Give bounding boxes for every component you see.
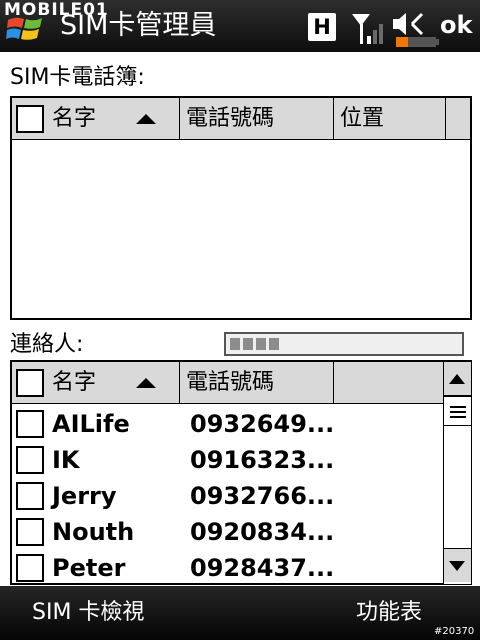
contact-row[interactable]: AILife 0932649... [12,406,442,442]
sort-ascending-icon [136,114,156,124]
column-header-phone-label: 電話號碼 [186,106,275,131]
contact-name: IK [52,446,80,474]
contact-phone: 0916323... [190,446,335,474]
thumb-grip [450,416,466,418]
column-header-name[interactable]: 名字 [12,362,180,404]
contact-checkbox[interactable] [16,482,44,510]
contact-row[interactable]: Peter 0928437... [12,550,442,583]
progress-segment [269,338,279,350]
ok-button[interactable]: ok [440,10,472,40]
softkey-menu[interactable]: 功能表 [356,598,422,628]
scroll-up-arrow-icon [449,374,465,384]
contact-checkbox[interactable] [16,446,44,474]
column-header-filler [446,98,470,140]
scroll-down-button[interactable] [444,548,471,582]
scroll-down-arrow-icon [449,561,465,571]
signal-strength-icon[interactable] [352,12,386,46]
column-header-location[interactable]: 位置 [334,98,446,140]
progress-segment [230,338,240,350]
contact-checkbox[interactable] [16,518,44,546]
photo-id-text: #20370 [434,626,475,637]
contact-checkbox[interactable] [16,554,44,582]
scroll-thumb[interactable] [444,396,471,426]
contacts-label: 連絡人: [10,332,84,357]
contacts-scrollbar[interactable] [443,362,471,584]
windows-start-icon[interactable] [6,14,46,44]
status-bar: MOBILE01 SIM卡管理員 H ok [0,0,480,52]
column-header-name-label: 名字 [52,370,97,395]
contacts-loading-progress [224,332,464,356]
contact-row[interactable]: Nouth 0920834... [12,514,442,550]
thumb-grip [450,411,466,413]
sim-phonebook-label: SIM卡電話簿: [10,65,145,90]
contact-name: AILife [52,410,130,438]
app-title: SIM卡管理員 [60,10,217,41]
battery-icon[interactable] [396,36,440,48]
select-all-checkbox[interactable] [16,369,44,397]
select-all-checkbox[interactable] [16,105,44,133]
contact-row[interactable]: Jerry 0932766... [12,478,442,514]
column-header-phone-label: 電話號碼 [186,370,275,395]
contact-name: Peter [52,554,126,582]
column-header-name-label: 名字 [52,106,97,131]
contact-phone: 0932766... [190,482,335,510]
progress-segment [243,338,253,350]
column-header-phone[interactable]: 電話號碼 [180,98,334,140]
contact-phone: 0928437... [190,554,335,582]
column-header-location-label: 位置 [340,106,385,131]
progress-segment [256,338,266,350]
contact-name: Jerry [52,482,117,510]
column-header-filler [334,362,446,404]
sort-ascending-icon [136,378,156,388]
softkey-sim-view[interactable]: SIM 卡檢視 [32,598,144,628]
contact-phone: 0920834... [190,518,335,546]
thumb-grip [450,406,466,408]
contact-row[interactable]: IK 0916323... [12,442,442,478]
sim-phonebook-list[interactable]: 名字 電話號碼 位置 [10,96,472,320]
contact-name: Nouth [52,518,135,546]
softkey-bar: SIM 卡檢視 功能表 [0,586,480,640]
column-header-phone[interactable]: 電話號碼 [180,362,334,404]
scroll-up-button[interactable] [444,362,471,396]
volume-muted-icon[interactable] [392,12,428,36]
column-header-name[interactable]: 名字 [12,98,180,140]
contact-phone: 0932649... [190,410,335,438]
contacts-list[interactable]: 名字 電話號碼 AILife 0932649... IK 0916323... … [10,360,472,585]
contact-checkbox[interactable] [16,410,44,438]
network-type-icon[interactable]: H [308,13,336,41]
